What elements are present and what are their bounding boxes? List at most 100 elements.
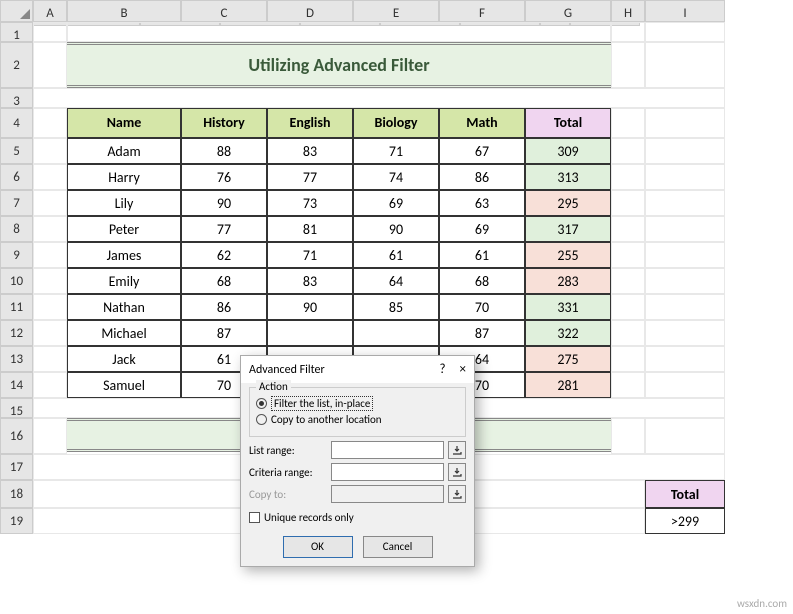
cell[interactable]	[611, 294, 645, 320]
cell[interactable]	[611, 216, 645, 242]
cell-math[interactable]: 86	[439, 164, 525, 190]
row-3[interactable]: 3	[0, 88, 33, 108]
th-name[interactable]: Name	[67, 108, 181, 138]
cell[interactable]	[645, 242, 725, 268]
cell[interactable]	[645, 22, 725, 42]
cell[interactable]	[645, 190, 725, 216]
cell[interactable]	[645, 346, 725, 372]
cell[interactable]	[33, 88, 725, 108]
cell[interactable]	[645, 268, 725, 294]
cell[interactable]	[33, 164, 67, 190]
cell-english[interactable]: 81	[267, 216, 353, 242]
cell[interactable]	[33, 242, 67, 268]
row-19[interactable]: 19	[0, 508, 33, 534]
cell-math[interactable]: 87	[439, 320, 525, 346]
th-english[interactable]: English	[267, 108, 353, 138]
cell-history[interactable]: 76	[181, 164, 267, 190]
cell-name[interactable]: Adam	[67, 138, 181, 164]
cell-total[interactable]: 331	[525, 294, 611, 320]
col-C[interactable]: C	[181, 0, 267, 22]
cell-total[interactable]: 313	[525, 164, 611, 190]
cell-history[interactable]: 90	[181, 190, 267, 216]
cell-english[interactable]	[267, 320, 353, 346]
cell[interactable]	[645, 372, 725, 398]
cell-biology[interactable]: 69	[353, 190, 439, 216]
cell-math[interactable]: 68	[439, 268, 525, 294]
cell[interactable]	[611, 372, 645, 398]
col-A[interactable]: A	[33, 0, 67, 22]
cell[interactable]	[611, 320, 645, 346]
criteria-header[interactable]: Total	[645, 480, 725, 508]
col-I[interactable]: I	[645, 0, 725, 22]
cell-english[interactable]: 77	[267, 164, 353, 190]
row-17[interactable]: 17	[0, 454, 33, 480]
help-icon[interactable]: ?	[439, 362, 445, 377]
cell-biology[interactable]: 61	[353, 242, 439, 268]
ok-button[interactable]: OK	[283, 536, 353, 558]
cell-name[interactable]: Lily	[67, 190, 181, 216]
cell[interactable]	[611, 418, 645, 454]
cell[interactable]	[611, 190, 645, 216]
cell[interactable]	[33, 22, 67, 42]
row-2[interactable]: 2	[0, 42, 33, 88]
cell[interactable]	[611, 42, 645, 88]
row-1[interactable]: 1	[0, 22, 33, 42]
row-8[interactable]: 8	[0, 216, 33, 242]
cell[interactable]	[33, 320, 67, 346]
cell-total[interactable]: 255	[525, 242, 611, 268]
row-15[interactable]: 15	[0, 398, 33, 418]
cell-biology[interactable]: 90	[353, 216, 439, 242]
col-D[interactable]: D	[267, 0, 353, 22]
cell-math[interactable]: 67	[439, 138, 525, 164]
cell-math[interactable]: 61	[439, 242, 525, 268]
cell[interactable]	[645, 418, 725, 454]
cell[interactable]	[33, 372, 67, 398]
cell[interactable]	[645, 138, 725, 164]
cell-biology[interactable]: 71	[353, 138, 439, 164]
cell[interactable]	[33, 190, 67, 216]
cell-biology[interactable]: 64	[353, 268, 439, 294]
cell[interactable]	[33, 108, 67, 138]
th-total[interactable]: Total	[525, 108, 611, 138]
cell-history[interactable]: 87	[181, 320, 267, 346]
copy-to-picker[interactable]	[448, 485, 466, 503]
row-4[interactable]: 4	[0, 108, 33, 138]
cell-total[interactable]: 283	[525, 268, 611, 294]
cell-biology[interactable]	[353, 320, 439, 346]
th-math[interactable]: Math	[439, 108, 525, 138]
row-18[interactable]: 18	[0, 480, 33, 508]
cell-name[interactable]: Peter	[67, 216, 181, 242]
cell[interactable]	[645, 294, 725, 320]
unique-records-check[interactable]: Unique records only	[249, 511, 466, 524]
cell-history[interactable]: 86	[181, 294, 267, 320]
col-E[interactable]: E	[353, 0, 439, 22]
criteria-range-picker[interactable]	[448, 463, 466, 481]
cell[interactable]	[33, 294, 67, 320]
col-H[interactable]: H	[611, 0, 645, 22]
cell-english[interactable]: 83	[267, 138, 353, 164]
cell-math[interactable]: 69	[439, 216, 525, 242]
cell[interactable]	[611, 346, 645, 372]
cell[interactable]	[645, 108, 725, 138]
cell[interactable]	[33, 346, 67, 372]
col-F[interactable]: F	[439, 0, 525, 22]
cell[interactable]	[645, 42, 725, 88]
row-11[interactable]: 11	[0, 294, 33, 320]
cell-total[interactable]: 322	[525, 320, 611, 346]
th-biology[interactable]: Biology	[353, 108, 439, 138]
cell-total[interactable]: 281	[525, 372, 611, 398]
cell[interactable]	[33, 138, 67, 164]
close-icon[interactable]: ×	[460, 362, 466, 377]
cell[interactable]	[611, 138, 645, 164]
criteria-range-input[interactable]	[331, 463, 444, 481]
row-7[interactable]: 7	[0, 190, 33, 216]
cell-name[interactable]: James	[67, 242, 181, 268]
radio-filter-inplace[interactable]: Filter the list, in-place	[256, 396, 459, 411]
col-B[interactable]: B	[67, 0, 181, 22]
row-10[interactable]: 10	[0, 268, 33, 294]
cancel-button[interactable]: Cancel	[363, 536, 433, 558]
row-9[interactable]: 9	[0, 242, 33, 268]
cell-math[interactable]: 63	[439, 190, 525, 216]
cell-english[interactable]: 71	[267, 242, 353, 268]
cell-name[interactable]: Harry	[67, 164, 181, 190]
